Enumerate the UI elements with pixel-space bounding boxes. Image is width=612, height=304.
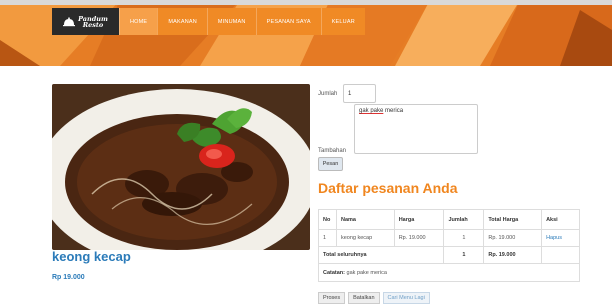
col-no: No bbox=[318, 209, 337, 230]
cloche-icon bbox=[63, 16, 76, 26]
order-note-label: Catatan: bbox=[323, 269, 346, 276]
qty-label: Jumlah bbox=[318, 91, 338, 97]
nav-minuman[interactable]: MINUMAN bbox=[206, 8, 256, 35]
product-price: Rp 19.000 bbox=[52, 274, 85, 281]
col-aksi: Aksi bbox=[541, 209, 580, 230]
cancel-button[interactable]: Batalkan bbox=[348, 292, 380, 304]
note-text-rest: merica bbox=[383, 108, 404, 114]
order-actions: Proses Batalkan Cari Menu Lagi bbox=[318, 292, 430, 304]
col-nama: Nama bbox=[335, 209, 395, 230]
cell-total: Rp. 19.000 bbox=[483, 229, 543, 247]
cell-no: 1 bbox=[318, 229, 337, 247]
table-row: 1 keong kecap Rp. 19.000 1 Rp. 19.000 Ha… bbox=[318, 229, 580, 247]
main-nav: Pandum Resto HOME MAKANAN MINUMAN PESANA… bbox=[52, 8, 365, 35]
cell-name: keong kecap bbox=[335, 229, 395, 247]
order-button[interactable]: Pesan bbox=[318, 157, 343, 171]
note-cell: Catatan: gak pake merica bbox=[318, 263, 580, 282]
order-list-title: Daftar pesanan Anda bbox=[318, 180, 458, 196]
product-image bbox=[52, 84, 310, 250]
note-textarea[interactable]: gak pake merica bbox=[354, 104, 478, 154]
food-image bbox=[52, 84, 310, 250]
product-name: keong kecap bbox=[52, 249, 131, 264]
note-row: Catatan: gak pake merica bbox=[318, 263, 580, 282]
total-empty bbox=[541, 246, 580, 264]
note-text-word: gak pake bbox=[359, 108, 384, 114]
find-more-button[interactable]: Cari Menu Lagi bbox=[382, 292, 430, 304]
brand-name: Pandum Resto bbox=[78, 14, 108, 29]
nav-home[interactable]: HOME bbox=[119, 8, 158, 35]
order-note-value: gak pake merica bbox=[346, 269, 387, 276]
order-table: No Nama Harga Jumlah Total Harga Aksi 1 … bbox=[317, 209, 580, 282]
cell-qty: 1 bbox=[443, 229, 485, 247]
note-label: Tambahan bbox=[318, 148, 347, 154]
nav-keluar[interactable]: KELUAR bbox=[320, 8, 365, 35]
total-qty: 1 bbox=[443, 246, 485, 264]
delete-link[interactable]: Hapus bbox=[541, 229, 580, 247]
total-amount: Rp. 19.000 bbox=[483, 246, 543, 264]
nav-pesanan-saya[interactable]: PESANAN SAYA bbox=[255, 8, 321, 35]
total-label: Total seluruhnya bbox=[317, 246, 445, 264]
col-jumlah: Jumlah bbox=[443, 209, 485, 230]
col-total-harga: Total Harga bbox=[483, 209, 543, 230]
qty-input[interactable]: 1 bbox=[343, 84, 376, 103]
cell-price: Rp. 19.000 bbox=[393, 229, 445, 247]
brand-logo[interactable]: Pandum Resto bbox=[52, 8, 119, 35]
col-harga: Harga bbox=[393, 209, 445, 230]
total-row: Total seluruhnya 1 Rp. 19.000 bbox=[317, 246, 580, 264]
process-button[interactable]: Proses bbox=[318, 292, 346, 304]
table-header-row: No Nama Harga Jumlah Total Harga Aksi bbox=[318, 209, 580, 230]
nav-makanan[interactable]: MAKANAN bbox=[157, 8, 207, 35]
